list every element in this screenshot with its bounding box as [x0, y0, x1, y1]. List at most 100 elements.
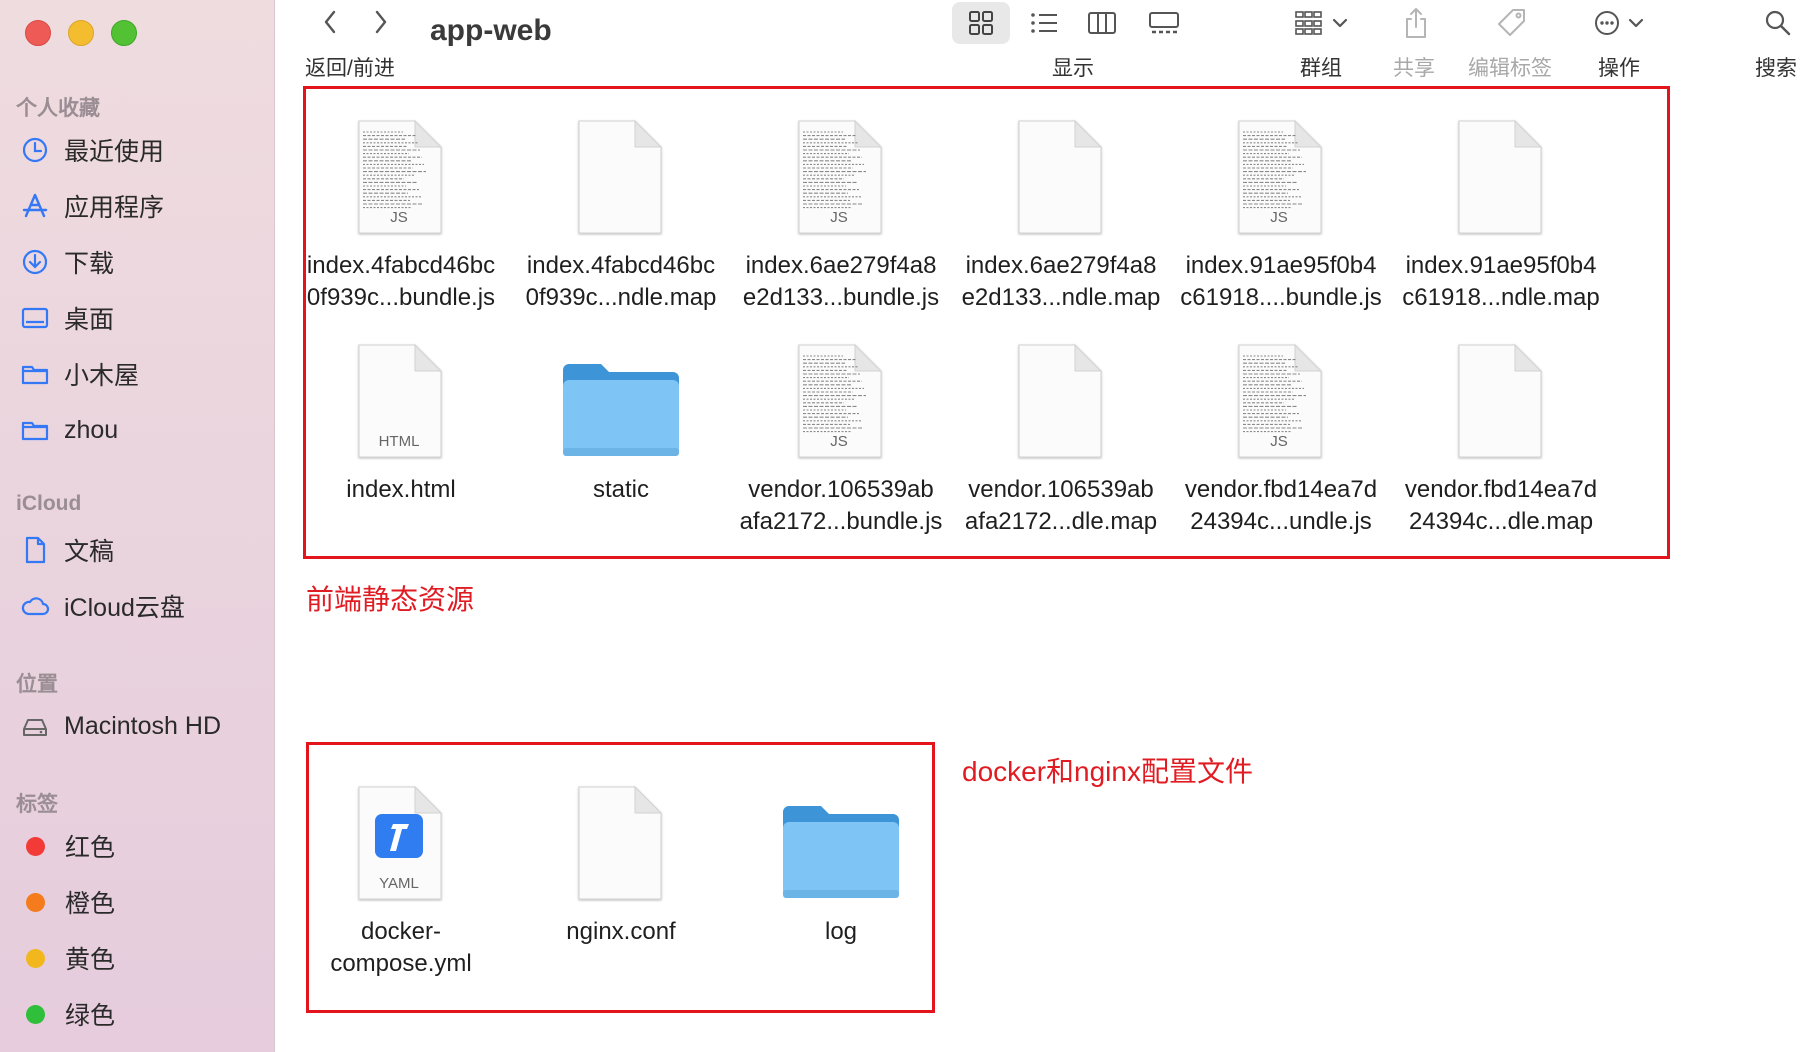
search-button[interactable]	[1758, 2, 1798, 44]
group-button[interactable]	[1290, 2, 1354, 44]
folder-icon	[546, 330, 696, 460]
favorites-header: 个人收藏	[16, 97, 100, 120]
file-name: vendor.106539ab afa2172...bundle.js	[739, 476, 943, 535]
sidebar-item-macintosh-hd[interactable]: Macintosh HD	[20, 704, 221, 748]
apps-icon	[22, 193, 48, 218]
file-item[interactable]: index.91ae95f0b4 c61918...ndle.map	[1391, 106, 1611, 314]
action-button[interactable]	[1590, 2, 1652, 44]
zoom-window-button[interactable]	[111, 20, 137, 46]
sidebar-item-label: 应用程序	[64, 194, 165, 222]
sidebar-item-label: 文稿	[64, 538, 115, 566]
svg-text:JS: JS	[830, 433, 848, 450]
file-name: static	[592, 476, 649, 503]
share-button[interactable]	[1396, 2, 1436, 44]
desktop-icon	[21, 307, 49, 329]
sidebar: 个人收藏 最近使用 应用程序 下载 桌面 小木屋 zhou iCloud 文稿 …	[0, 0, 275, 1052]
file-item[interactable]: YAML docker- compose.yml	[291, 772, 511, 980]
file-name: index.4fabcd46bc 0f939c...bundle.js	[306, 252, 496, 311]
folder-item[interactable]: log	[731, 772, 951, 948]
close-window-button[interactable]	[25, 20, 51, 46]
group-icon	[1295, 11, 1348, 35]
view-icons-button[interactable]	[952, 2, 1010, 44]
view-gallery-button[interactable]	[1142, 2, 1186, 44]
document-icon	[546, 106, 696, 236]
file-item[interactable]: vendor.106539ab afa2172...dle.map	[951, 330, 1171, 538]
chevron-right-icon	[375, 10, 387, 34]
orange-tag-dot-icon	[26, 892, 45, 912]
file-item[interactable]: JS vendor.106539ab afa2172...bundle.js	[731, 330, 951, 538]
file-item[interactable]: JS index.91ae95f0b4 c61918....bundle.js	[1171, 106, 1391, 314]
list-icon	[1031, 13, 1057, 33]
sidebar-tag-orange[interactable]: 橙色	[20, 880, 115, 924]
file-item[interactable]: index.6ae279f4a8 e2d133...ndle.map	[951, 106, 1171, 314]
file-item[interactable]: HTML index.html	[291, 330, 511, 506]
chevron-left-icon	[324, 10, 336, 34]
sidebar-item-label: 黄色	[65, 946, 116, 974]
js-file-icon: JS	[326, 106, 476, 236]
folder-icon	[766, 772, 916, 902]
document-icon	[986, 106, 1136, 236]
group-label: 群组	[1300, 57, 1342, 80]
file-item[interactable]: JS vendor.fbd14ea7d 24394c...undle.js	[1171, 330, 1391, 538]
js-file-icon: JS	[1206, 106, 1356, 236]
file-name: vendor.fbd14ea7d 24394c...undle.js	[1184, 476, 1378, 535]
tag-icon	[1498, 9, 1525, 36]
view-columns-button[interactable]	[1080, 2, 1124, 44]
sidebar-tag-yellow[interactable]: 黄色	[20, 936, 115, 980]
sidebar-item-label: 小木屋	[64, 362, 140, 390]
document-icon	[1426, 330, 1576, 460]
file-item[interactable]: vendor.fbd14ea7d 24394c...dle.map	[1391, 330, 1611, 538]
file-item[interactable]: JS index.4fabcd46bc 0f939c...bundle.js	[291, 106, 511, 314]
sidebar-item-documents[interactable]: 文稿	[20, 528, 114, 572]
file-name: log	[824, 918, 858, 945]
sidebar-item-zhou[interactable]: zhou	[20, 408, 118, 452]
file-item[interactable]: nginx.conf	[511, 772, 731, 948]
disk-icon	[23, 719, 47, 736]
sidebar-item-recents[interactable]: 最近使用	[20, 128, 164, 172]
sidebar-item-desktop[interactable]: 桌面	[20, 296, 114, 340]
sidebar-item-label: 桌面	[64, 306, 115, 334]
view-label: 显示	[1052, 57, 1094, 80]
sidebar-item-icloud-drive[interactable]: iCloud云盘	[20, 584, 185, 628]
sidebar-item-label: 红色	[65, 834, 116, 862]
sidebar-item-cabin[interactable]: 小木屋	[20, 352, 139, 396]
search-label: 搜索	[1755, 57, 1797, 80]
sidebar-tag-red[interactable]: 红色	[20, 824, 115, 868]
sidebar-item-applications[interactable]: 应用程序	[20, 184, 164, 228]
locations-header: 位置	[16, 673, 58, 696]
back-button[interactable]	[315, 4, 345, 40]
file-name: vendor.106539ab afa2172...dle.map	[964, 476, 1158, 535]
svg-text:JS: JS	[1270, 209, 1288, 226]
sidebar-tag-green[interactable]: 绿色	[20, 992, 115, 1036]
js-file-icon: JS	[1206, 330, 1356, 460]
clock-icon	[22, 137, 48, 163]
sidebar-item-downloads[interactable]: 下载	[20, 240, 114, 284]
search-icon	[1765, 10, 1791, 36]
file-item[interactable]: JS index.6ae279f4a8 e2d133...bundle.js	[731, 106, 951, 314]
gallery-icon	[1149, 12, 1179, 34]
file-name: index.6ae279f4a8 e2d133...ndle.map	[961, 252, 1161, 311]
forward-button[interactable]	[366, 4, 396, 40]
edit-tags-button[interactable]	[1492, 2, 1532, 44]
js-file-icon: JS	[766, 106, 916, 236]
file-name: docker- compose.yml	[330, 918, 472, 977]
view-list-button[interactable]	[1022, 2, 1066, 44]
svg-text:JS: JS	[390, 209, 408, 226]
folder-item[interactable]: static	[511, 330, 731, 506]
tags-header: 标签	[16, 793, 58, 816]
sidebar-item-label: 绿色	[65, 1002, 116, 1030]
config-annotation: docker和nginx配置文件	[962, 756, 1253, 787]
minimize-window-button[interactable]	[68, 20, 94, 46]
edit-tags-label: 编辑标签	[1468, 57, 1552, 80]
file-item[interactable]: index.4fabcd46bc 0f939c...ndle.map	[511, 106, 731, 314]
yaml-file-icon: YAML	[326, 772, 476, 902]
folder-icon	[21, 365, 49, 385]
document-icon	[25, 536, 46, 564]
grid-icon	[969, 11, 993, 35]
yellow-tag-dot-icon	[26, 948, 45, 968]
sidebar-item-label: 最近使用	[64, 138, 165, 166]
svg-text:YAML: YAML	[379, 875, 419, 892]
svg-text:JS: JS	[1270, 433, 1288, 450]
file-name: index.91ae95f0b4 c61918....bundle.js	[1180, 252, 1382, 311]
share-icon	[1406, 8, 1426, 38]
